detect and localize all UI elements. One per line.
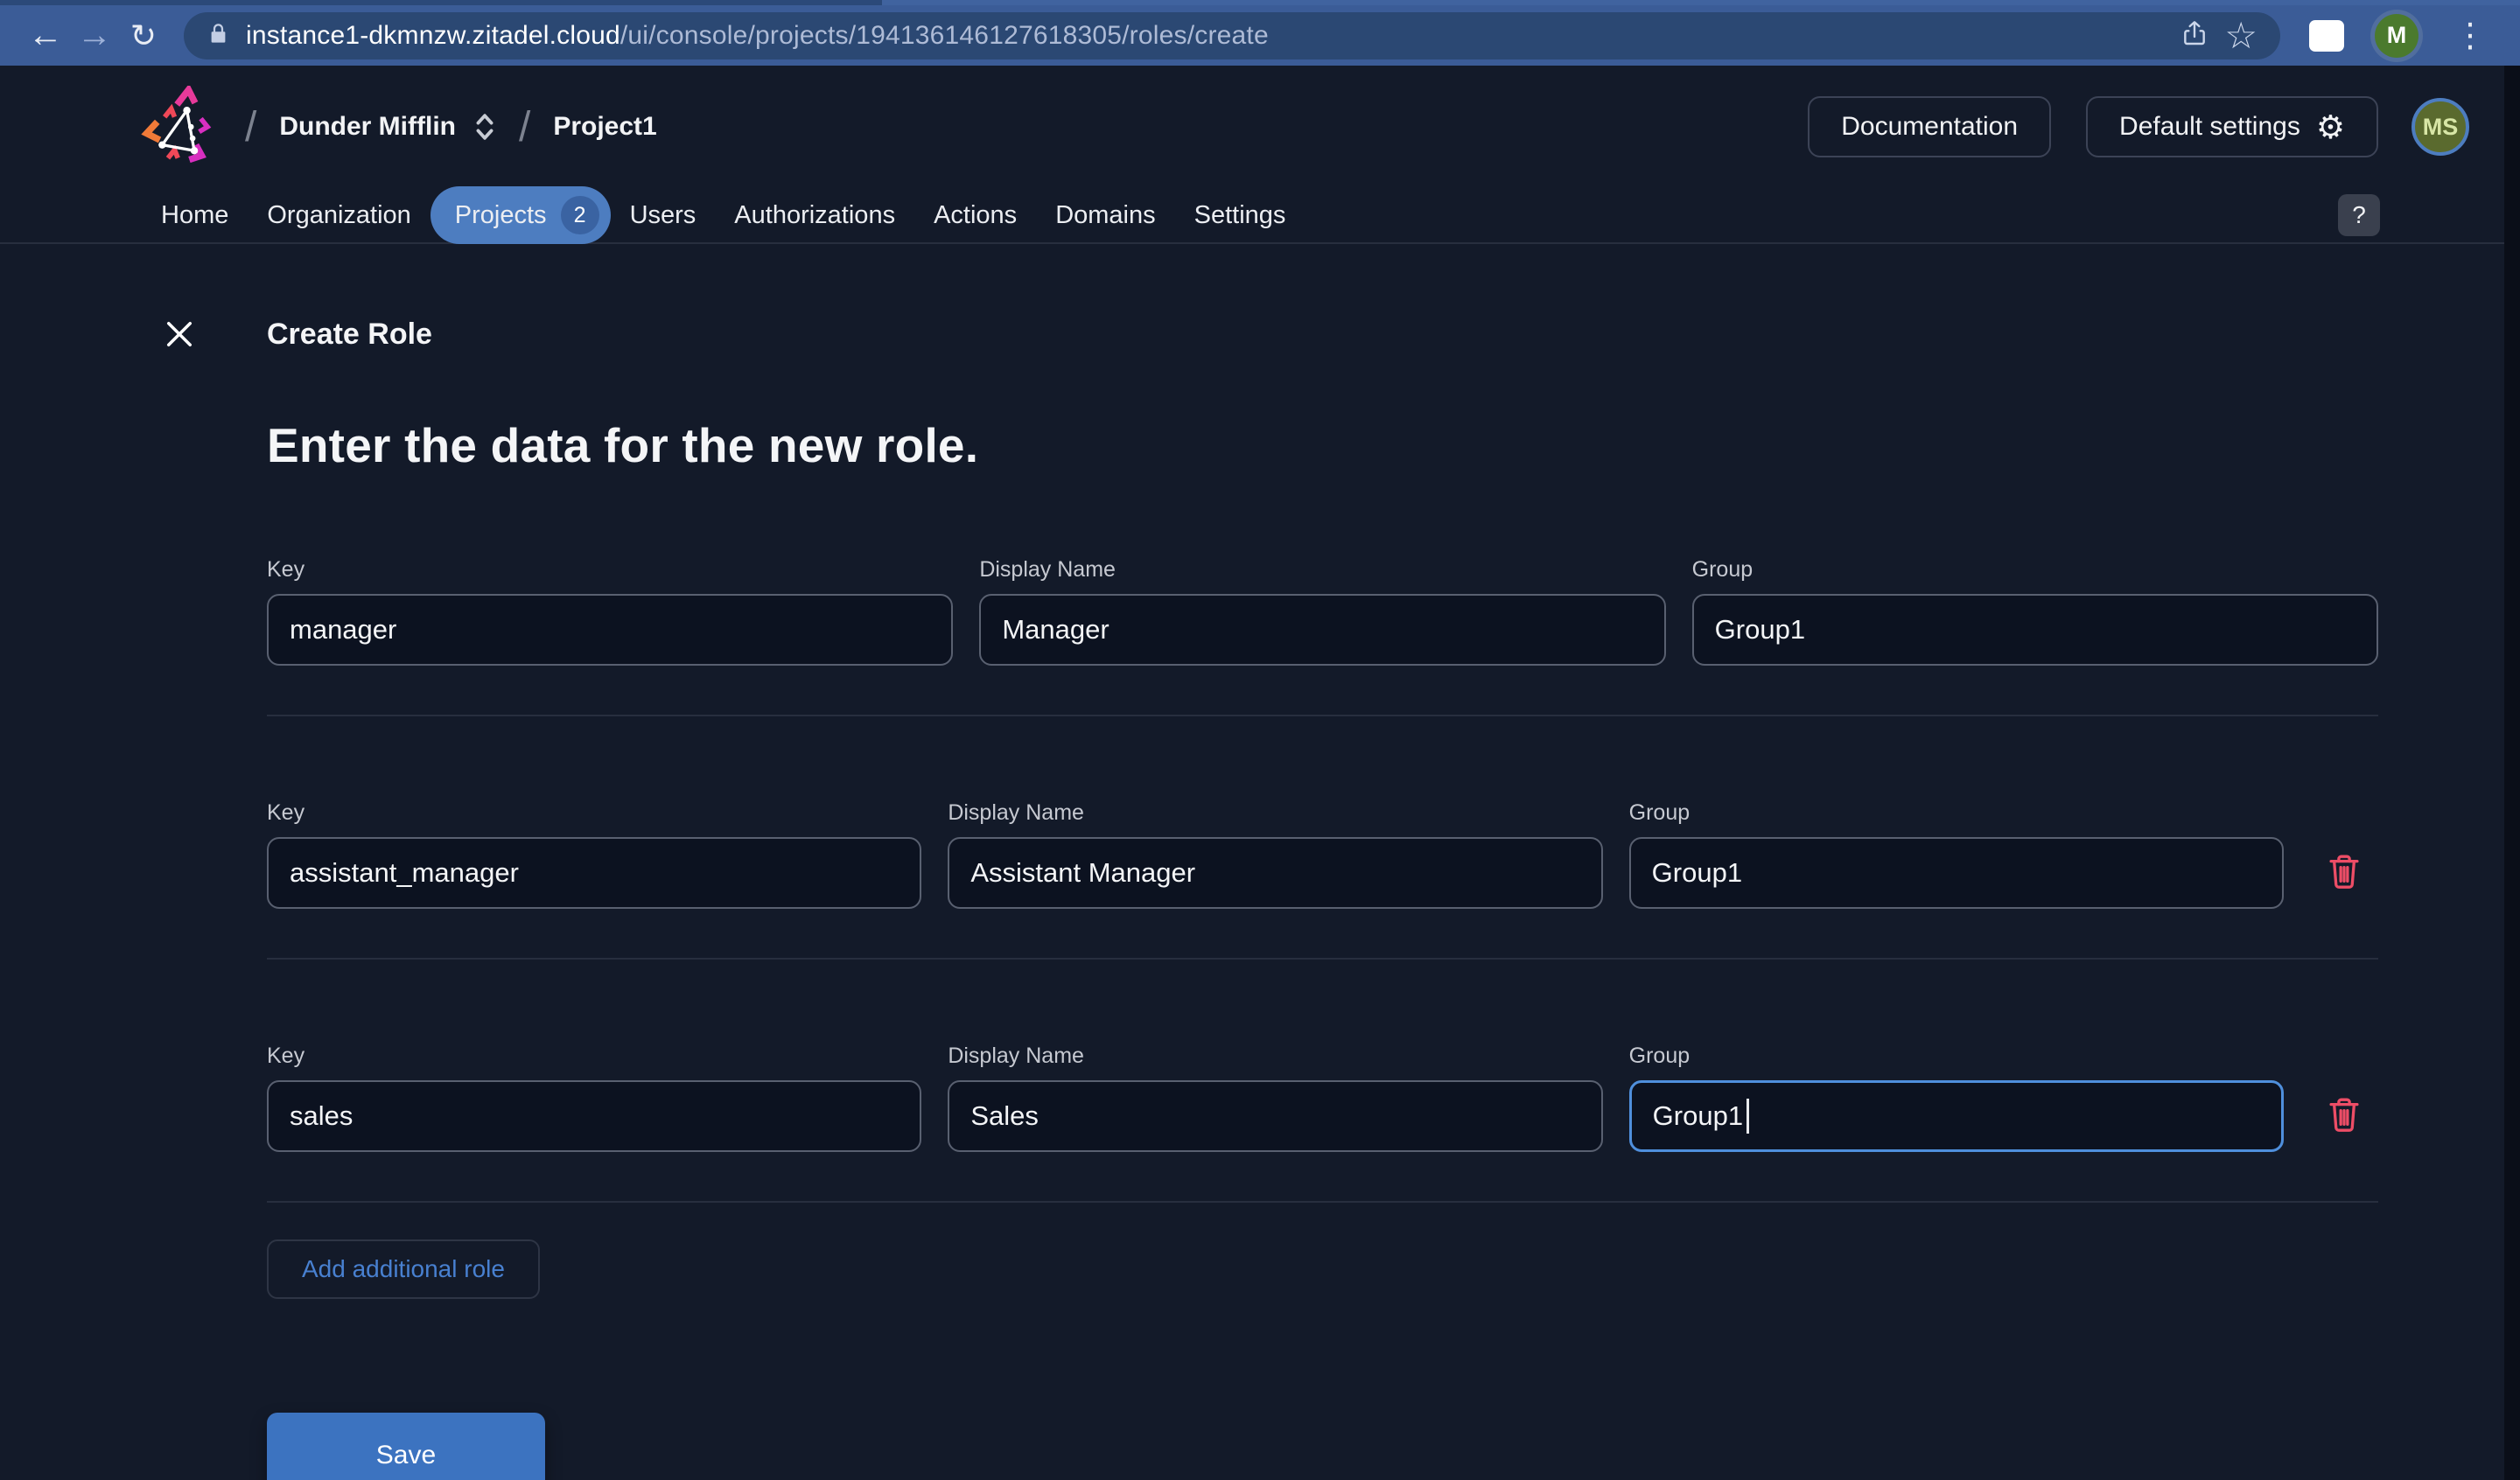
default-settings-button[interactable]: Default settings ⚙ bbox=[2086, 96, 2378, 157]
roles-form: Key Display Name Group Key Display Name bbox=[267, 557, 2378, 1480]
display-name-label: Display Name bbox=[979, 557, 1116, 582]
documentation-button[interactable]: Documentation bbox=[1808, 96, 2052, 157]
save-button[interactable]: Save bbox=[267, 1413, 545, 1480]
nav-tab-projects[interactable]: Projects 2 bbox=[430, 186, 611, 244]
group-input-focused[interactable]: Group1 bbox=[1628, 1080, 2284, 1152]
lock-icon bbox=[206, 22, 230, 50]
nav-tab-domains[interactable]: Domains bbox=[1036, 189, 1174, 242]
key-label: Key bbox=[267, 800, 305, 825]
org-switcher-icon[interactable] bbox=[473, 111, 496, 143]
nav-tab-actions[interactable]: Actions bbox=[914, 189, 1036, 242]
back-icon[interactable]: ← bbox=[21, 11, 70, 60]
projects-count-badge: 2 bbox=[560, 196, 599, 234]
display-name-input[interactable] bbox=[948, 1080, 1603, 1152]
forward-icon[interactable]: → bbox=[70, 11, 119, 60]
display-name-label: Display Name bbox=[948, 1044, 1084, 1068]
role-row: Key Display Name Group bbox=[267, 557, 2378, 715]
breadcrumb-org[interactable]: Dunder Mifflin bbox=[279, 112, 456, 142]
delete-role-button[interactable] bbox=[2310, 800, 2378, 909]
browser-profile-avatar[interactable]: M bbox=[2375, 13, 2418, 58]
group-label: Group bbox=[1628, 1044, 1690, 1068]
group-input[interactable] bbox=[1628, 837, 2284, 909]
modal-header: Create Role bbox=[167, 305, 2378, 363]
scrollbar[interactable] bbox=[2504, 66, 2520, 1480]
key-input[interactable] bbox=[267, 594, 954, 666]
group-label: Group bbox=[1628, 800, 1690, 825]
breadcrumb-project[interactable]: Project1 bbox=[553, 112, 656, 142]
close-icon[interactable] bbox=[158, 313, 200, 355]
browser-chrome: ← → ↻ instance1-dkmnzw.zitadel.cloud/ui/… bbox=[0, 0, 2520, 66]
nav-tab-authorizations[interactable]: Authorizations bbox=[715, 189, 914, 242]
role-row: Key Display Name Group Group1 bbox=[267, 958, 2378, 1203]
create-role-page: Create Role Enter the data for the new r… bbox=[0, 305, 2520, 1480]
display-name-input[interactable] bbox=[979, 594, 1666, 666]
trash-icon bbox=[2329, 855, 2359, 889]
text-cursor bbox=[1746, 1099, 1750, 1134]
key-label: Key bbox=[267, 557, 305, 582]
help-button[interactable]: ? bbox=[2338, 194, 2380, 236]
nav-tab-settings[interactable]: Settings bbox=[1175, 189, 1306, 242]
delete-role-button[interactable] bbox=[2310, 1044, 2378, 1152]
nav-tab-users[interactable]: Users bbox=[611, 189, 716, 242]
bookmark-star-icon[interactable]: ☆ bbox=[2224, 17, 2258, 54]
display-name-label: Display Name bbox=[948, 800, 1084, 825]
url-bar[interactable]: instance1-dkmnzw.zitadel.cloud/ui/consol… bbox=[184, 11, 2280, 59]
url-text: instance1-dkmnzw.zitadel.cloud/ui/consol… bbox=[246, 20, 1269, 50]
side-panel-icon[interactable] bbox=[2296, 19, 2357, 52]
nav-tab-organization[interactable]: Organization bbox=[248, 189, 430, 242]
main-nav: Home Organization Projects 2 Users Autho… bbox=[0, 186, 2520, 244]
gear-icon: ⚙ bbox=[2315, 108, 2345, 145]
reload-icon[interactable]: ↻ bbox=[119, 11, 168, 60]
user-avatar[interactable]: MS bbox=[2412, 98, 2469, 156]
key-input[interactable] bbox=[267, 837, 922, 909]
page-title: Create Role bbox=[267, 317, 432, 351]
nav-tab-home[interactable]: Home bbox=[142, 189, 248, 242]
role-row: Key Display Name Group bbox=[267, 715, 2378, 958]
trash-icon bbox=[2329, 1098, 2359, 1132]
key-input[interactable] bbox=[267, 1080, 922, 1152]
group-input[interactable] bbox=[1691, 594, 2378, 666]
display-name-input[interactable] bbox=[948, 837, 1603, 909]
add-additional-role-button[interactable]: Add additional role bbox=[267, 1239, 540, 1299]
browser-menu-icon[interactable]: ⋮ bbox=[2441, 16, 2499, 55]
console-header: / Dunder Mifflin / Project1 Documentatio… bbox=[0, 66, 2520, 188]
key-label: Key bbox=[267, 1044, 305, 1068]
breadcrumb-separator: / bbox=[518, 103, 531, 150]
browser-toolbar: ← → ↻ instance1-dkmnzw.zitadel.cloud/ui/… bbox=[0, 5, 2520, 66]
form-heading: Enter the data for the new role. bbox=[267, 418, 979, 472]
group-label: Group bbox=[1691, 557, 1754, 582]
breadcrumb-separator: / bbox=[245, 103, 257, 150]
zitadel-logo-icon[interactable] bbox=[140, 86, 222, 168]
share-icon[interactable] bbox=[2180, 19, 2208, 52]
